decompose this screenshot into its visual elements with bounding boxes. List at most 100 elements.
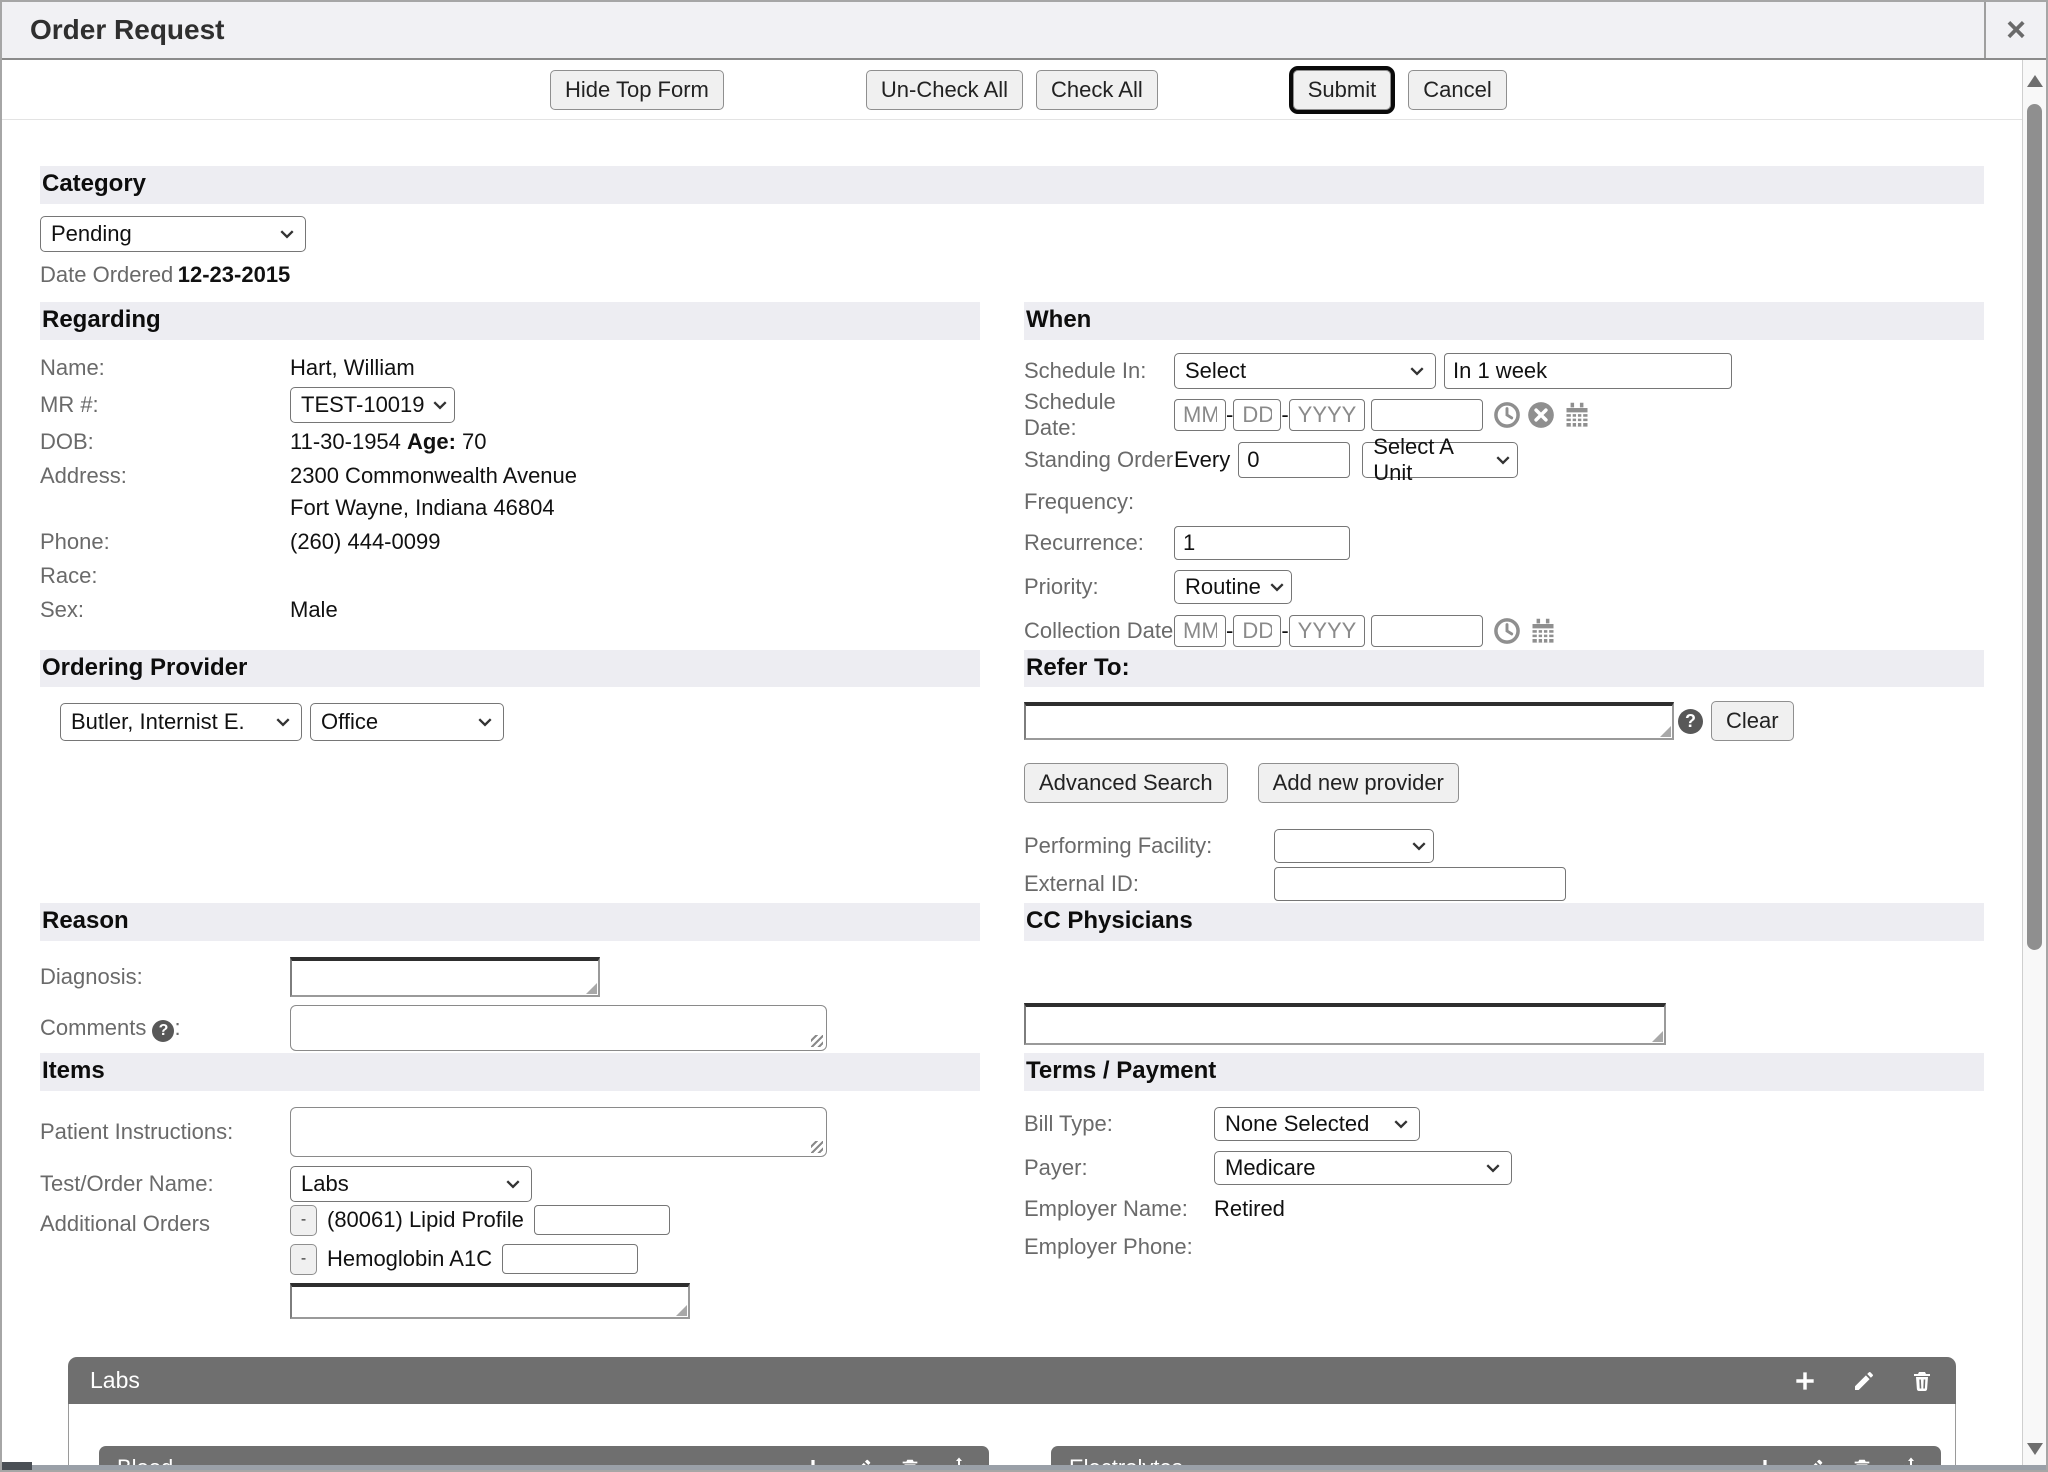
close-button[interactable]: × <box>1984 2 2046 58</box>
priority-select[interactable]: Routine <box>1174 570 1292 604</box>
chevron-down-icon <box>275 714 291 730</box>
sex-value: Male <box>290 597 338 623</box>
schedule-in-text-input[interactable] <box>1444 353 1732 389</box>
patient-instructions-textarea[interactable] <box>291 1108 826 1156</box>
cc-physicians-input[interactable] <box>1026 1007 1664 1043</box>
hide-top-form-button[interactable]: Hide Top Form <box>550 70 724 110</box>
scroll-down-icon[interactable] <box>2023 1432 2046 1466</box>
mr-label: MR #: <box>40 392 290 418</box>
add-icon[interactable] <box>1792 1368 1818 1394</box>
refer-to-search-input[interactable] <box>1026 706 1672 738</box>
help-icon[interactable]: ? <box>152 1020 174 1042</box>
chevron-down-icon <box>477 714 493 730</box>
clock-icon[interactable] <box>1493 617 1521 645</box>
clock-icon[interactable] <box>1493 401 1521 429</box>
date-ordered-value: 12-23-2015 <box>178 262 291 287</box>
schedule-date-mm-input[interactable] <box>1174 399 1226 431</box>
section-when: When Schedule In: Select <box>1024 302 1984 650</box>
when-heading: When <box>1024 302 1984 340</box>
add-new-provider-button[interactable]: Add new provider <box>1258 763 1459 803</box>
schedule-in-select-value: Select <box>1185 358 1246 384</box>
page-title: Order Request <box>2 14 225 46</box>
age-value: 70 <box>462 429 486 454</box>
external-id-input[interactable] <box>1274 867 1566 901</box>
labs-panel-body: Blood ANA <box>68 1404 1956 1470</box>
comments-textarea-wrap <box>290 1005 827 1051</box>
provider-location-select[interactable]: Office <box>310 703 504 741</box>
labs-panel-header: Labs <box>68 1357 1956 1404</box>
bill-type-value: None Selected <box>1225 1111 1369 1137</box>
dob-value: 11-30-1954 <box>290 429 401 454</box>
recurrence-input[interactable] <box>1174 526 1350 560</box>
frequency-label: Frequency: <box>1024 489 1174 515</box>
schedule-date-yyyy-input[interactable] <box>1289 399 1365 431</box>
payer-label: Payer: <box>1024 1155 1214 1181</box>
address-line1: 2300 Commonwealth Avenue <box>290 463 577 488</box>
cc-physicians-input-wrap <box>1024 1003 1666 1045</box>
additional-orders-label: Additional Orders <box>40 1205 290 1237</box>
priority-select-value: Routine <box>1185 574 1261 600</box>
standing-order-unit-select[interactable]: Select A Unit <box>1362 442 1518 478</box>
mr-number-select[interactable]: TEST-10019 <box>290 387 455 423</box>
order-label: (80061) Lipid Profile <box>327 1207 524 1233</box>
calendar-icon[interactable] <box>1563 401 1591 429</box>
performing-facility-select[interactable] <box>1274 829 1434 863</box>
collection-date-dd-input[interactable] <box>1233 615 1281 647</box>
standing-order-every-input[interactable] <box>1238 442 1350 478</box>
category-heading: Category <box>40 166 1984 204</box>
bill-type-select[interactable]: None Selected <box>1214 1107 1420 1141</box>
scroll-up-icon[interactable] <box>2023 64 2046 98</box>
submit-button[interactable]: Submit <box>1293 70 1391 110</box>
clear-date-icon[interactable] <box>1527 401 1555 429</box>
test-order-name-select[interactable]: Labs <box>290 1166 532 1202</box>
date-separator: - <box>1281 402 1288 428</box>
schedule-date-time-input[interactable] <box>1371 399 1483 431</box>
every-label: Every <box>1174 447 1230 473</box>
pencil-icon[interactable] <box>1852 1369 1876 1393</box>
add-order-input[interactable] <box>292 1287 688 1317</box>
diagnosis-input[interactable] <box>292 961 598 995</box>
collection-date-time-input[interactable] <box>1371 615 1483 647</box>
date-separator: - <box>1226 618 1233 644</box>
section-regarding: Regarding Name: Hart, William MR #: TEST… <box>40 302 980 650</box>
uncheck-all-button[interactable]: Un-Check All <box>866 70 1023 110</box>
ordering-provider-heading: Ordering Provider <box>40 650 980 688</box>
cancel-button[interactable]: Cancel <box>1408 70 1506 110</box>
close-icon: × <box>2006 13 2026 47</box>
category-select[interactable]: Pending <box>40 216 306 252</box>
ordering-provider-select[interactable]: Butler, Internist E. <box>60 703 302 741</box>
comments-textarea[interactable] <box>291 1006 826 1050</box>
remove-order-button[interactable]: - <box>290 1205 317 1236</box>
items-heading: Items <box>40 1053 980 1091</box>
check-all-button[interactable]: Check All <box>1036 70 1158 110</box>
schedule-in-select[interactable]: Select <box>1174 353 1436 389</box>
chevron-down-icon <box>432 397 448 413</box>
section-refer-to: Refer To: ? Clear Advanced Search <box>1024 650 1984 904</box>
collection-date-mm-input[interactable] <box>1174 615 1226 647</box>
external-id-label: External ID: <box>1024 871 1274 897</box>
ordering-provider-value: Butler, Internist E. <box>71 709 245 735</box>
payer-select[interactable]: Medicare <box>1214 1151 1512 1185</box>
help-icon[interactable]: ? <box>1678 709 1703 734</box>
category-select-value: Pending <box>51 221 132 247</box>
collection-date-yyyy-input[interactable] <box>1289 615 1365 647</box>
collection-date-label: Collection Date <box>1024 618 1174 644</box>
date-ordered-label: Date Ordered <box>40 262 173 287</box>
remove-order-button[interactable]: - <box>290 1244 317 1275</box>
calendar-icon[interactable] <box>1529 617 1557 645</box>
order-value-input[interactable] <box>502 1244 638 1274</box>
trash-icon[interactable] <box>1910 1369 1934 1393</box>
scrollbar-thumb[interactable] <box>2027 104 2042 950</box>
chevron-down-icon <box>1409 363 1425 379</box>
order-value-input[interactable] <box>534 1205 670 1235</box>
schedule-in-label: Schedule In: <box>1024 358 1174 384</box>
title-bar: Order Request × <box>2 2 2046 60</box>
chevron-down-icon <box>1495 452 1511 468</box>
schedule-date-dd-input[interactable] <box>1233 399 1281 431</box>
advanced-search-button[interactable]: Advanced Search <box>1024 763 1228 803</box>
date-separator: - <box>1226 402 1233 428</box>
vertical-scrollbar[interactable] <box>2022 60 2046 1470</box>
clear-button[interactable]: Clear <box>1711 701 1794 741</box>
address-label: Address: <box>40 460 290 492</box>
section-terms-payment: Terms / Payment Bill Type: None Selected <box>1024 1053 1984 1339</box>
